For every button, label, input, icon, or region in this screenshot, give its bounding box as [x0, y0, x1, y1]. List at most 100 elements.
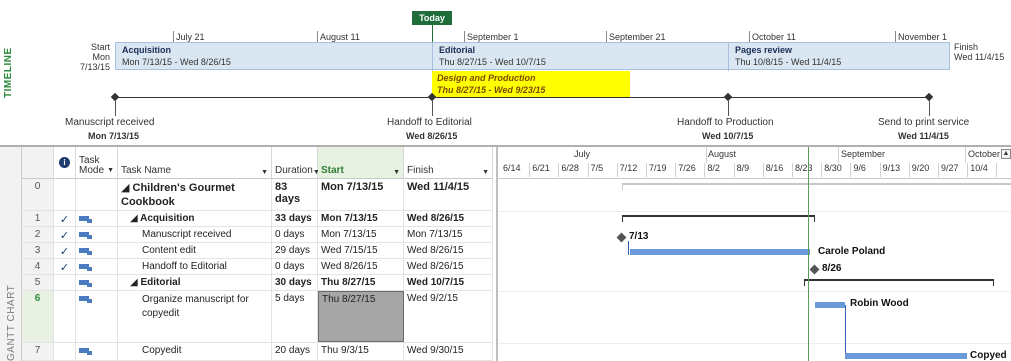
- row-number[interactable]: 0: [22, 179, 54, 210]
- task-name-cell[interactable]: Organize manuscript for copyedit: [118, 291, 272, 342]
- timescale-header[interactable]: July August September October ▲ 6/14 6/21…: [498, 147, 1011, 179]
- timeline-segment-acquisition[interactable]: Acquisition Mon 7/13/15 - Wed 8/26/15: [116, 43, 432, 71]
- task-name-cell[interactable]: ◢ Acquisition: [118, 211, 272, 226]
- duration-cell[interactable]: 33 days: [272, 211, 318, 226]
- chevron-down-icon[interactable]: ▼: [261, 169, 268, 176]
- auto-scheduled-icon: [79, 295, 92, 303]
- row-number[interactable]: 5: [22, 275, 54, 290]
- finish-cell[interactable]: Wed 9/30/15: [404, 343, 493, 360]
- scroll-up-icon[interactable]: ▲: [1001, 149, 1011, 159]
- indicator-cell: [54, 275, 76, 290]
- timeline-bar[interactable]: Acquisition Mon 7/13/15 - Wed 8/26/15 Ed…: [115, 42, 950, 71]
- task-name-cell[interactable]: ◢ Children's Gourmet Cookbook: [118, 179, 272, 210]
- task-mode-cell[interactable]: [76, 243, 118, 258]
- summary-end-tick: [814, 215, 815, 222]
- column-header-start[interactable]: Start ▼: [318, 147, 404, 179]
- project-summary-bar[interactable]: [622, 183, 1011, 185]
- task-name-cell[interactable]: ◢ Editorial: [118, 275, 272, 290]
- duration-cell[interactable]: 0 days: [272, 227, 318, 242]
- finish-cell[interactable]: Mon 7/13/15: [404, 227, 493, 242]
- task-name-cell[interactable]: Copyedit: [118, 343, 272, 360]
- task-bar-copyedit[interactable]: [845, 353, 967, 359]
- chevron-down-icon[interactable]: ▼: [393, 169, 400, 176]
- gantt-bars[interactable]: 7/13 Carole Poland 8/26 Robin Wood Copye…: [498, 179, 1011, 361]
- week-label: 7/5: [590, 163, 604, 173]
- task-bar-organize[interactable]: [815, 302, 845, 308]
- task-row[interactable]: 0 ◢ Children's Gourmet Cookbook 83 days …: [22, 179, 493, 211]
- column-header-indicators[interactable]: i: [54, 147, 76, 179]
- row-number[interactable]: 7: [22, 343, 54, 360]
- finish-cell[interactable]: Wed 8/26/15: [404, 259, 493, 274]
- row-number[interactable]: 6: [22, 291, 54, 342]
- task-row[interactable]: 3 ✓ Content edit 29 days Wed 7/15/15 Wed…: [22, 243, 493, 259]
- task-bar-content-edit[interactable]: [630, 249, 810, 255]
- timeline-segment-editorial[interactable]: Editorial Thu 8/27/15 - Wed 10/7/15: [433, 43, 729, 71]
- start-cell[interactable]: Mon 7/13/15: [318, 211, 404, 226]
- summary-bar-acquisition[interactable]: [622, 215, 815, 217]
- timeline-view[interactable]: TIMELINE Today July 21 August 11 Septemb…: [0, 0, 1011, 145]
- task-mode-cell[interactable]: [76, 343, 118, 360]
- column-header-finish[interactable]: Finish ▼: [404, 147, 493, 179]
- finish-cell[interactable]: Wed 10/7/15: [404, 275, 493, 290]
- duration-cell[interactable]: 83 days: [272, 179, 318, 210]
- summary-end-tick: [804, 279, 805, 286]
- duration-cell[interactable]: 0 days: [272, 259, 318, 274]
- timeline-segment-pages-review[interactable]: Pages review Thu 10/8/15 - Wed 11/4/15: [729, 43, 949, 71]
- start-cell[interactable]: Wed 8/26/15: [318, 259, 404, 274]
- column-header-task-name[interactable]: Task Name ▼: [118, 147, 272, 179]
- task-mode-cell[interactable]: [76, 291, 118, 342]
- week-divider: [792, 163, 793, 177]
- milestone-stem: [115, 100, 116, 116]
- row-number[interactable]: 3: [22, 243, 54, 258]
- task-mode-cell[interactable]: [76, 211, 118, 226]
- task-mode-cell[interactable]: [76, 179, 118, 210]
- chevron-down-icon[interactable]: ▼: [482, 169, 489, 176]
- duration-cell[interactable]: 5 days: [272, 291, 318, 342]
- gantt-side-tab[interactable]: GANTT CHART: [0, 147, 22, 361]
- start-cell[interactable]: Mon 7/13/15: [318, 227, 404, 242]
- start-cell[interactable]: Thu 9/3/15: [318, 343, 404, 360]
- milestone-diamond-icon[interactable]: [809, 264, 820, 275]
- timeline-highlight-design-production[interactable]: Design and Production Thu 8/27/15 - Wed …: [432, 71, 630, 98]
- column-header-task-mode[interactable]: Task Mode ▼: [76, 147, 118, 179]
- task-row[interactable]: 1 ✓ ◢ Acquisition 33 days Mon 7/13/15 We…: [22, 211, 493, 227]
- select-all-corner[interactable]: [22, 147, 54, 179]
- task-row[interactable]: 4 ✓ Handoff to Editorial 0 days Wed 8/26…: [22, 259, 493, 275]
- finish-cell[interactable]: Wed 9/2/15: [404, 291, 493, 342]
- week-label: 6/21: [532, 163, 550, 173]
- finish-cell[interactable]: Wed 8/26/15: [404, 211, 493, 226]
- week-label: 7/12: [619, 163, 638, 173]
- gantt-chart-view[interactable]: GANTT CHART i Task Mode ▼ Task Name ▼ Dura…: [0, 145, 1011, 361]
- column-header-duration[interactable]: Duration ▼: [272, 147, 320, 179]
- task-row-selected[interactable]: 6 Organize manuscript for copyedit 5 day…: [22, 291, 493, 343]
- duration-cell[interactable]: 30 days: [272, 275, 318, 290]
- task-mode-cell[interactable]: [76, 227, 118, 242]
- timeline-side-tab[interactable]: TIMELINE: [0, 10, 22, 145]
- duration-cell[interactable]: 29 days: [272, 243, 318, 258]
- task-sheet[interactable]: i Task Mode ▼ Task Name ▼ Duration ▼ Start ▼…: [22, 147, 493, 361]
- tick-line: [895, 31, 896, 42]
- task-name-cell[interactable]: Handoff to Editorial: [118, 259, 272, 274]
- task-row[interactable]: 7 Copyedit 20 days Thu 9/3/15 Wed 9/30/1…: [22, 343, 493, 361]
- task-mode-cell[interactable]: [76, 259, 118, 274]
- row-number[interactable]: 4: [22, 259, 54, 274]
- chevron-down-icon[interactable]: ▼: [107, 166, 114, 176]
- task-row[interactable]: 5 ◢ Editorial 30 days Thu 8/27/15 Wed 10…: [22, 275, 493, 291]
- start-cell[interactable]: Mon 7/13/15: [318, 179, 404, 210]
- summary-bar-editorial[interactable]: [804, 279, 994, 281]
- start-cell-selected[interactable]: Thu 8/27/15: [318, 291, 404, 342]
- task-row[interactable]: 2 ✓ Manuscript received 0 days Mon 7/13/…: [22, 227, 493, 243]
- task-mode-cell[interactable]: [76, 275, 118, 290]
- start-cell[interactable]: Thu 8/27/15: [318, 275, 404, 290]
- row-number[interactable]: 1: [22, 211, 54, 226]
- row-number[interactable]: 2: [22, 227, 54, 242]
- finish-cell[interactable]: Wed 8/26/15: [404, 243, 493, 258]
- finish-cell[interactable]: Wed 11/4/15: [404, 179, 493, 210]
- task-name-cell[interactable]: Content edit: [118, 243, 272, 258]
- milestone-diamond-icon[interactable]: [616, 232, 627, 243]
- task-name-cell[interactable]: Manuscript received: [118, 227, 272, 242]
- duration-cell[interactable]: 20 days: [272, 343, 318, 360]
- header-label: Task Name: [121, 165, 172, 176]
- gantt-bar-pane[interactable]: July August September October ▲ 6/14 6/21…: [496, 147, 1011, 361]
- start-cell[interactable]: Wed 7/15/15: [318, 243, 404, 258]
